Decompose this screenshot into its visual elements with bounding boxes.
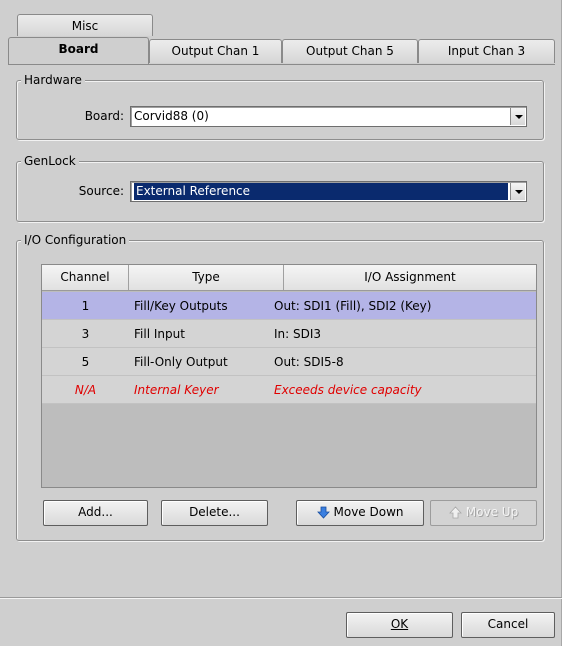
arrow-up-icon bbox=[448, 506, 462, 519]
board-label: Board: bbox=[84, 109, 124, 123]
table-row[interactable]: N/A Internal Keyer Exceeds device capaci… bbox=[42, 376, 536, 404]
cancel-button[interactable]: Cancel bbox=[461, 612, 555, 638]
cell-channel: N/A bbox=[74, 383, 97, 397]
cell-type: Internal Keyer bbox=[134, 383, 219, 397]
cell-io-assignment: In: SDI3 bbox=[274, 327, 322, 341]
cell-io-assignment: Out: SDI1 (Fill), SDI2 (Key) bbox=[274, 299, 432, 313]
column-header-channel[interactable]: Channel bbox=[42, 265, 129, 290]
move-up-button[interactable]: Move Up bbox=[430, 500, 537, 526]
source-label: Source: bbox=[78, 184, 124, 198]
tab-input-chan-3[interactable]: Input Chan 3 bbox=[418, 39, 555, 63]
hardware-group-title: Hardware bbox=[21, 72, 85, 88]
tab-misc[interactable]: Misc bbox=[17, 14, 153, 36]
footer-separator bbox=[0, 597, 562, 599]
ok-button[interactable]: OK bbox=[346, 612, 453, 638]
cell-type: Fill Input bbox=[134, 327, 185, 341]
tab-output-chan-5[interactable]: Output Chan 5 bbox=[282, 39, 418, 63]
cell-io-assignment: Exceeds device capacity bbox=[274, 383, 422, 397]
add-button[interactable]: Add... bbox=[43, 500, 148, 526]
move-down-label: Move Down bbox=[333, 505, 404, 519]
column-header-io-assignment[interactable]: I/O Assignment bbox=[284, 265, 536, 290]
genlock-source-value: External Reference bbox=[134, 183, 508, 200]
table-row[interactable]: 5 Fill-Only Output Out: SDI5-8 bbox=[42, 348, 536, 376]
io-channel-table: Channel Type I/O Assignment 1 Fill/Key O… bbox=[41, 264, 537, 488]
cell-channel: 1 bbox=[81, 299, 90, 313]
board-settings-dialog: Misc Board Output Chan 1 Output Chan 5 I… bbox=[0, 0, 562, 646]
ok-label: OK bbox=[390, 617, 409, 631]
chevron-down-icon[interactable] bbox=[510, 183, 525, 200]
genlock-group-title: GenLock bbox=[21, 153, 79, 169]
delete-button[interactable]: Delete... bbox=[161, 500, 268, 526]
move-down-button[interactable]: Move Down bbox=[296, 500, 424, 526]
io-configuration-group-title: I/O Configuration bbox=[21, 232, 130, 248]
cell-channel: 5 bbox=[81, 355, 90, 369]
chevron-down-icon[interactable] bbox=[510, 108, 525, 125]
board-select-value: Corvid88 (0) bbox=[134, 109, 209, 123]
table-row[interactable]: 3 Fill Input In: SDI3 bbox=[42, 320, 536, 348]
cell-channel: 3 bbox=[81, 327, 90, 341]
cell-io-assignment: Out: SDI5-8 bbox=[274, 355, 344, 369]
move-up-label: Move Up bbox=[465, 505, 519, 519]
arrow-down-icon bbox=[316, 506, 330, 519]
table-row[interactable]: 1 Fill/Key Outputs Out: SDI1 (Fill), SDI… bbox=[42, 292, 536, 320]
tab-board[interactable]: Board bbox=[8, 37, 149, 64]
genlock-source-select[interactable]: External Reference bbox=[130, 181, 527, 202]
cancel-label: Cancel bbox=[487, 617, 529, 631]
tab-output-chan-1[interactable]: Output Chan 1 bbox=[149, 39, 282, 63]
board-select[interactable]: Corvid88 (0) bbox=[130, 106, 527, 127]
column-header-type[interactable]: Type bbox=[129, 265, 284, 290]
cell-type: Fill/Key Outputs bbox=[134, 299, 228, 313]
table-header: Channel Type I/O Assignment bbox=[42, 265, 536, 291]
cell-type: Fill-Only Output bbox=[134, 355, 228, 369]
